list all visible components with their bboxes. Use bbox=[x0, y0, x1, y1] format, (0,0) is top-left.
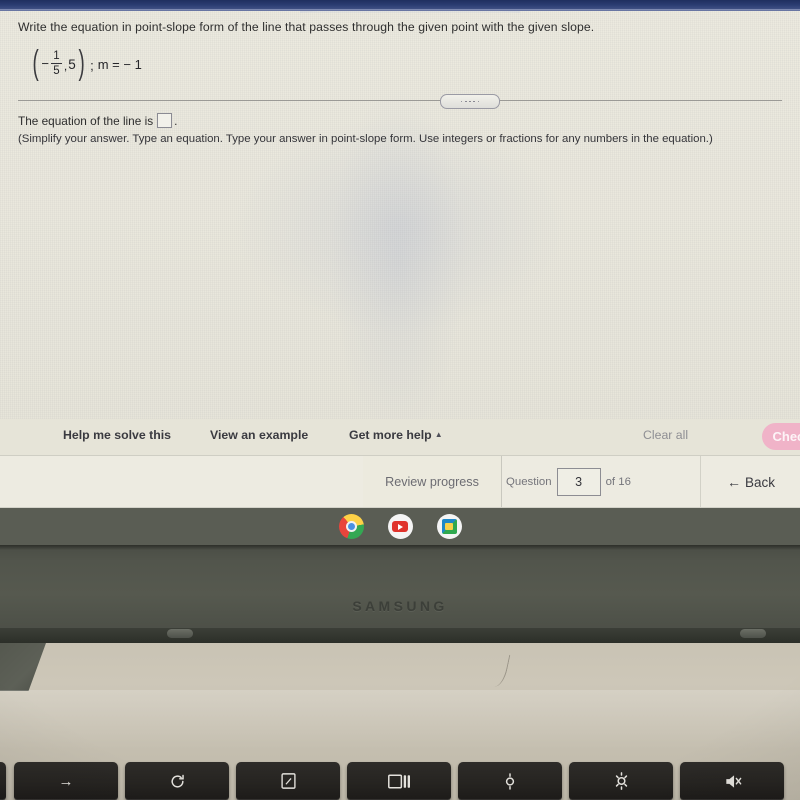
view-an-example-link[interactable]: View an example bbox=[210, 428, 308, 442]
math-expression: ( − 1 5 , 5 ) ; m = − 1 bbox=[30, 44, 142, 82]
question-label: Question bbox=[506, 476, 552, 488]
function-key-row: → bbox=[0, 762, 800, 800]
get-more-help-link[interactable]: Get more help ▲ bbox=[349, 428, 443, 442]
close-paren: ) bbox=[78, 44, 85, 82]
reload-key[interactable] bbox=[125, 762, 229, 800]
classroom-icon[interactable] bbox=[436, 514, 462, 539]
review-progress-button[interactable]: Review progress bbox=[363, 456, 502, 508]
reload-icon bbox=[170, 774, 184, 788]
shelf-app-list bbox=[0, 508, 800, 545]
mute-speaker-icon bbox=[725, 774, 741, 788]
brightness-up-icon bbox=[615, 772, 627, 790]
x-sign: − bbox=[41, 55, 49, 71]
section-divider bbox=[18, 100, 782, 101]
help-me-solve-this-link[interactable]: Help me solve this bbox=[63, 428, 171, 442]
back-key[interactable] bbox=[0, 762, 6, 800]
youtube-icon[interactable] bbox=[387, 514, 413, 539]
review-progress-label: Review progress bbox=[385, 475, 479, 489]
problem-prompt: Write the equation in point-slope form o… bbox=[18, 20, 595, 34]
question-nav-bar: Review progress Question 3 of 16 ← Back bbox=[0, 456, 800, 508]
laptop-screen: Write the equation in point-slope form o… bbox=[0, 0, 800, 545]
handle-dot bbox=[469, 100, 471, 103]
screen-bezel-bottom bbox=[0, 545, 800, 635]
forward-key[interactable]: → bbox=[14, 762, 118, 800]
question-selector: Question 3 of 16 bbox=[506, 456, 631, 508]
resize-handle[interactable] bbox=[440, 94, 500, 109]
handle-dot bbox=[464, 100, 467, 103]
answer-line: The equation of the line is . bbox=[18, 113, 177, 128]
hinge-tab-left bbox=[167, 629, 193, 638]
fullscreen-icon bbox=[280, 773, 296, 789]
x-fraction: 1 5 bbox=[50, 49, 62, 77]
expression-semicolon: ; bbox=[90, 58, 94, 74]
coordinate-separator: , bbox=[63, 59, 68, 74]
overview-windows-icon bbox=[388, 773, 410, 789]
fraction-numerator: 1 bbox=[53, 49, 60, 62]
brightness-down-icon bbox=[505, 772, 515, 790]
answer-input-box[interactable] bbox=[157, 113, 173, 128]
y-value: 5 bbox=[68, 56, 76, 72]
get-more-help-label: Get more help bbox=[349, 428, 432, 442]
back-button[interactable]: ← Back bbox=[700, 456, 800, 508]
open-paren: ( bbox=[32, 44, 39, 82]
overview-key[interactable] bbox=[347, 762, 451, 800]
handle-dot bbox=[473, 100, 476, 103]
question-total-label: of 16 bbox=[605, 476, 631, 488]
bezel-shadow bbox=[0, 545, 800, 550]
chrome-icon[interactable] bbox=[338, 514, 364, 539]
help-toolbar: Help me solve this View an example Get m… bbox=[0, 419, 800, 456]
brightness-down-key[interactable] bbox=[458, 762, 562, 800]
arrow-left-icon: ← bbox=[726, 474, 741, 490]
laptop-hinge bbox=[0, 628, 800, 643]
fraction-bar bbox=[50, 62, 62, 64]
fraction-denominator: 5 bbox=[53, 64, 60, 77]
caret-up-icon: ▲ bbox=[434, 430, 443, 439]
mute-key[interactable] bbox=[680, 762, 784, 800]
answer-label: The equation of the line is bbox=[18, 113, 154, 128]
brightness-up-key[interactable] bbox=[569, 762, 673, 800]
answer-period: . bbox=[174, 113, 178, 128]
fullscreen-key[interactable] bbox=[236, 762, 340, 800]
arrow-right-icon: → bbox=[58, 772, 74, 790]
chromebook-photo: Write the equation in point-slope form o… bbox=[0, 0, 800, 800]
chromeos-shelf bbox=[0, 508, 800, 545]
check-answer-button[interactable]: Check bbox=[762, 423, 800, 450]
question-number-input[interactable]: 3 bbox=[556, 468, 601, 496]
hinge-tab-right bbox=[740, 629, 766, 638]
samsung-logo: SAMSUNG bbox=[352, 598, 448, 614]
answer-instruction: (Simplify your answer. Type an equation.… bbox=[18, 133, 713, 145]
back-label: Back bbox=[744, 474, 775, 490]
clear-all-button[interactable]: Clear all bbox=[643, 428, 688, 442]
handle-dot bbox=[477, 100, 480, 103]
handle-dot bbox=[460, 100, 463, 103]
slope-value: m = − 1 bbox=[97, 57, 142, 73]
